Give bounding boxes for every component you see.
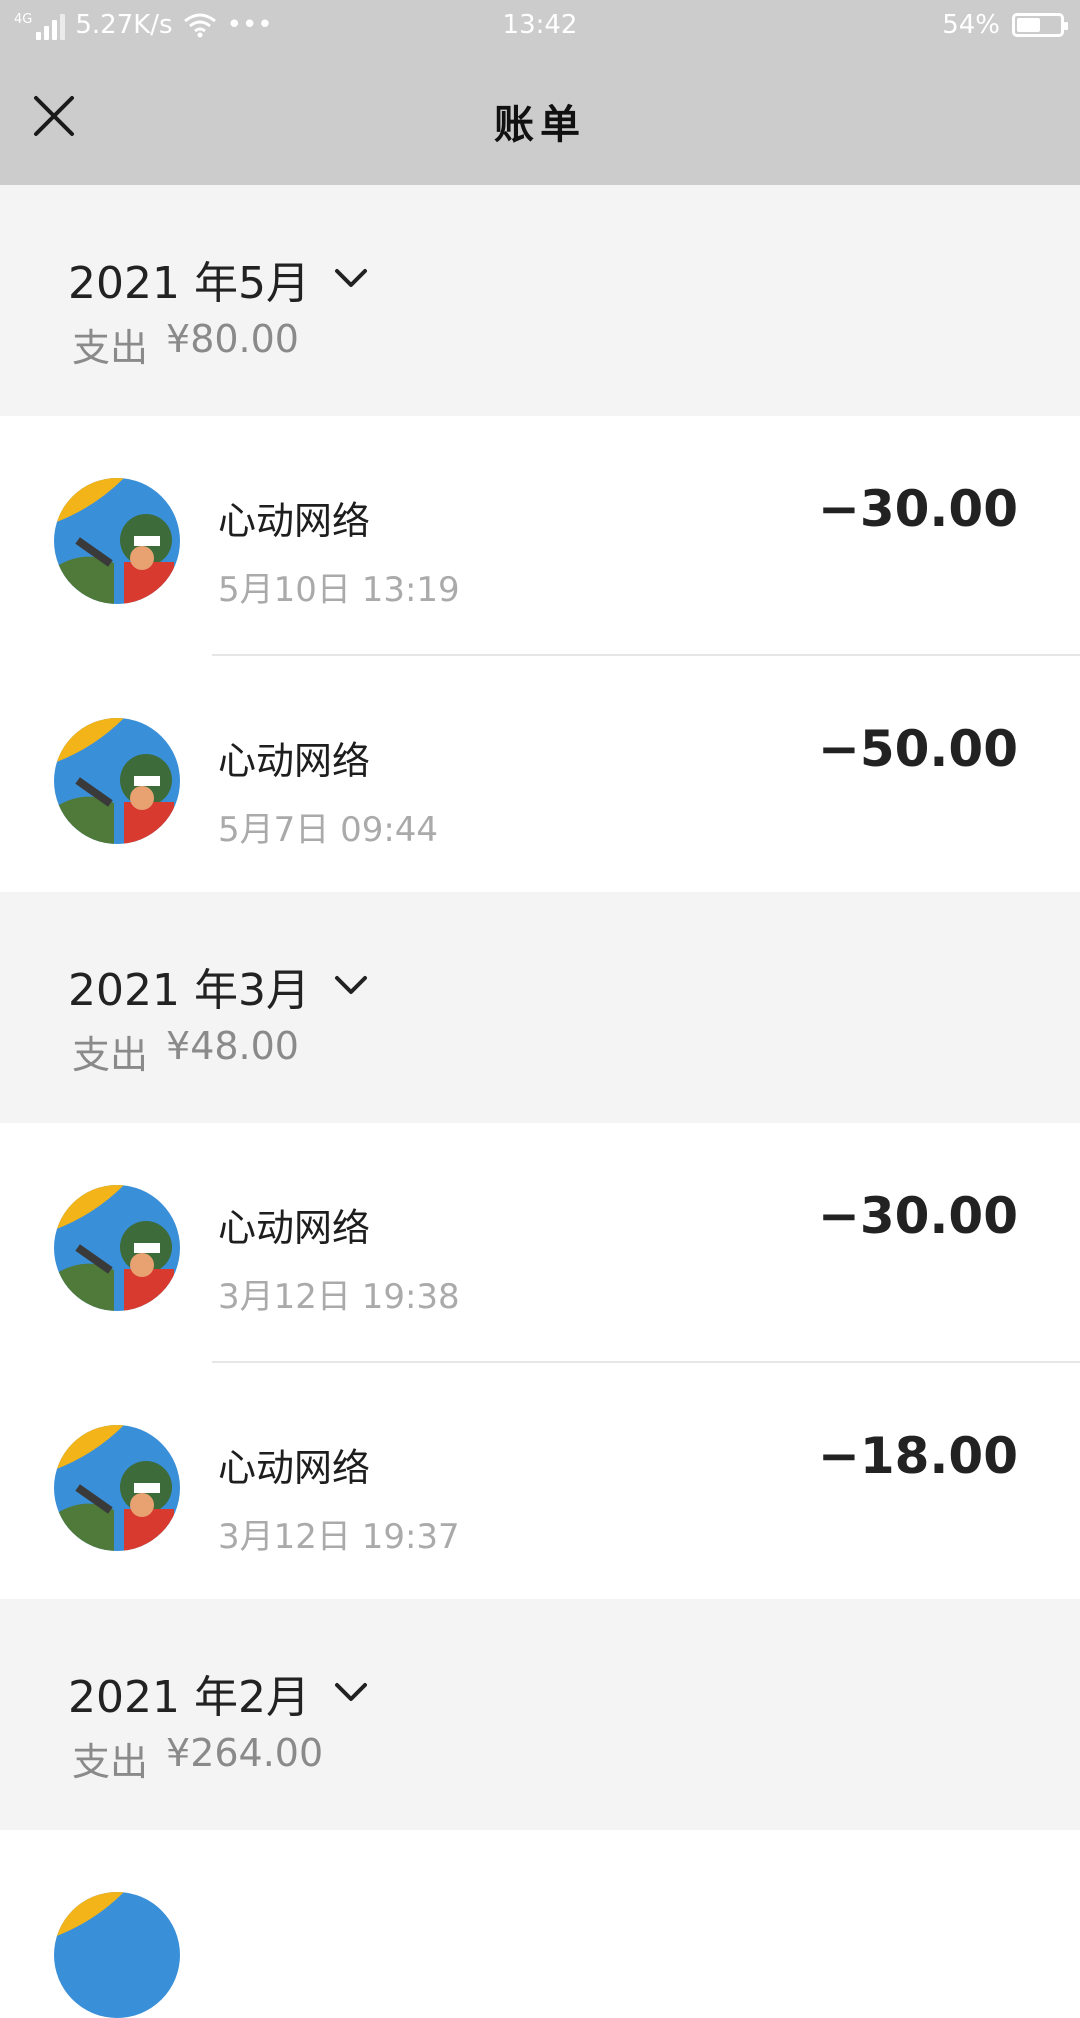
month-header: 2021 年2月 支出 ¥264.00: [0, 1599, 1080, 1830]
merchant-name: 心动网络: [218, 739, 371, 783]
month-summary: 支出 ¥48.00: [72, 1024, 299, 1079]
merchant-name: 心动网络: [218, 1446, 371, 1490]
bill-list: 2021 年5月 支出 ¥80.00 心动网络 5月10日 13:19 −30.…: [0, 185, 1080, 2018]
battery-percent: 54%: [942, 10, 1000, 40]
transaction-amount: −18.00: [817, 1427, 1018, 1485]
transaction-time: 5月7日 09:44: [218, 810, 439, 850]
month-label: 2021 年2月: [68, 1672, 310, 1723]
month-selector[interactable]: 2021 年5月: [68, 247, 368, 311]
transaction-row-partial[interactable]: [0, 1830, 1080, 2018]
summary-label: 支出: [72, 1033, 149, 1077]
summary-label: 支出: [72, 1740, 149, 1784]
month-summary: 支出 ¥264.00: [72, 1731, 323, 1786]
summary-label: 支出: [72, 326, 149, 370]
chevron-down-icon: [334, 976, 367, 994]
transaction-amount: −30.00: [817, 480, 1018, 538]
battery-fill: [1017, 18, 1040, 32]
transaction-row[interactable]: 心动网络 5月10日 13:19 −30.00: [0, 416, 1080, 656]
transaction-time: 3月12日 19:37: [218, 1517, 460, 1557]
merchant-avatar: [54, 1892, 180, 2018]
transaction-row[interactable]: 心动网络 3月12日 19:37 −18.00: [0, 1363, 1080, 1599]
battery-icon: [1012, 13, 1068, 37]
page-title: 账单: [494, 102, 586, 148]
transaction-time: 3月12日 19:38: [218, 1277, 460, 1317]
chevron-down-icon: [334, 269, 367, 287]
summary-value: ¥48.00: [166, 1024, 299, 1068]
status-time: 13:42: [502, 10, 578, 40]
month-summary: 支出 ¥80.00: [72, 317, 299, 372]
summary-value: ¥264.00: [166, 1731, 324, 1775]
transaction-time: 5月10日 13:19: [218, 570, 460, 610]
transaction-amount: −30.00: [817, 1187, 1018, 1245]
merchant-name: 心动网络: [218, 499, 371, 543]
merchant-avatar: [54, 478, 180, 604]
month-header: 2021 年5月 支出 ¥80.00: [0, 185, 1080, 416]
month-label: 2021 年3月: [68, 965, 310, 1016]
merchant-avatar: [54, 718, 180, 844]
merchant-avatar: [54, 1425, 180, 1551]
transaction-row[interactable]: 心动网络 5月7日 09:44 −50.00: [0, 656, 1080, 892]
month-selector[interactable]: 2021 年2月: [68, 1661, 368, 1725]
summary-value: ¥80.00: [166, 317, 299, 361]
month-label: 2021 年5月: [68, 258, 310, 309]
transaction-amount: −50.00: [817, 720, 1018, 778]
merchant-avatar: [54, 1185, 180, 1311]
status-right: 54%: [942, 10, 1068, 40]
month-header: 2021 年3月 支出 ¥48.00: [0, 892, 1080, 1123]
status-bar: 4G 5.27K/s ••• 13:42 54%: [0, 0, 1080, 54]
transaction-row[interactable]: 心动网络 3月12日 19:38 −30.00: [0, 1123, 1080, 1363]
merchant-name: 心动网络: [218, 1206, 371, 1250]
chevron-down-icon: [334, 1683, 367, 1701]
title-bar: 账单: [0, 54, 1080, 185]
month-selector[interactable]: 2021 年3月: [68, 954, 368, 1018]
